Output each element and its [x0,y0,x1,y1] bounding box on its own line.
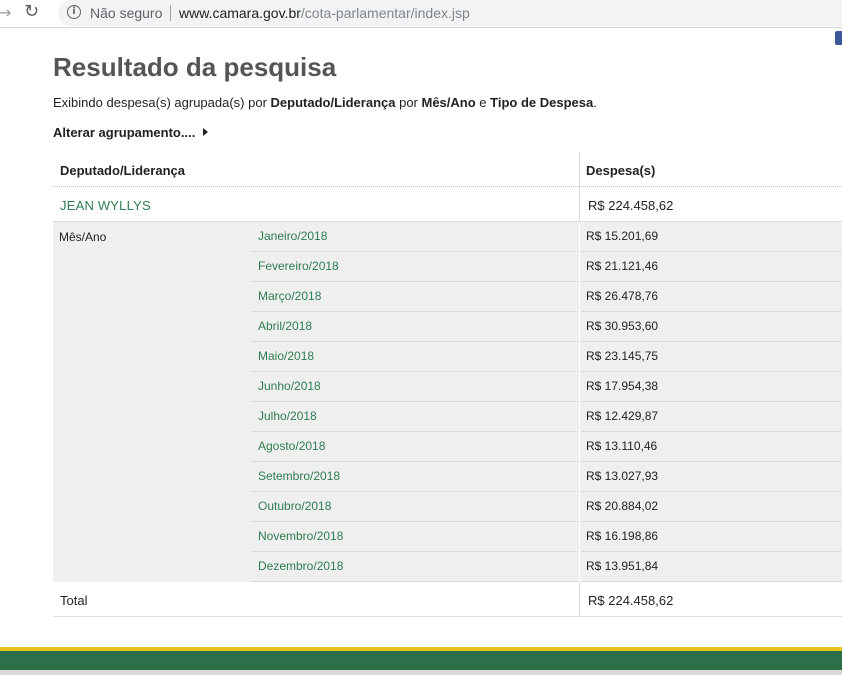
omnibox[interactable]: i Não seguro www.camara.gov.br/cota-parl… [58,0,842,26]
total-row: Total R$ 224.458,62 [53,582,842,617]
omnibox-divider [170,5,171,21]
total-label: Total [60,593,88,608]
column-divider [579,402,580,432]
month-link[interactable]: Setembro/2018 [258,469,340,483]
caret-right-icon [203,128,209,136]
subtitle-group-mesano: Mês/Ano [421,95,476,110]
column-header-despesa: Despesa(s) [586,163,656,178]
table-row: Maio/2018 R$ 23.145,75 [251,342,842,372]
column-divider [579,552,580,582]
deputado-total: R$ 224.458,62 [588,198,674,213]
reload-icon[interactable]: ↻ [24,1,39,22]
column-divider [579,187,580,221]
month-value: R$ 13.951,84 [586,559,659,573]
table-row: Outubro/2018 R$ 20.884,02 [251,492,842,522]
table-row: Fevereiro/2018 R$ 21.121,46 [251,252,842,282]
column-divider [579,372,580,402]
change-grouping-link[interactable]: Alterar agrupamento.... [53,125,209,140]
footer-bottom-bar [0,670,842,675]
table-row: Janeiro/2018 R$ 15.201,69 [251,222,842,252]
browser-address-bar: → ↻ i Não seguro www.camara.gov.br/cota-… [0,0,842,28]
deputado-row: JEAN WYLLYS R$ 224.458,62 [53,187,842,222]
table-row: Julho/2018 R$ 12.429,87 [251,402,842,432]
month-value: R$ 20.884,02 [586,499,659,513]
side-feedback-tab[interactable] [835,31,842,45]
subtitle-mid1: por [395,95,422,110]
column-header-deputado: Deputado/Liderança [60,163,185,178]
month-link[interactable]: Janeiro/2018 [258,229,327,243]
column-divider [579,312,580,342]
subtitle-prefix: Exibindo despesa(s) agrupada(s) por [53,95,271,110]
month-value: R$ 17.954,38 [586,379,659,393]
subtitle-mid2: e [475,95,491,110]
page-title: Resultado da pesquisa [53,52,337,82]
month-value: R$ 16.198,86 [586,529,659,543]
table-row: Março/2018 R$ 26.478,76 [251,282,842,312]
table-row: Agosto/2018 R$ 13.110,46 [251,432,842,462]
month-value: R$ 13.110,46 [586,439,658,453]
subtitle-group-deputado: Deputado/Liderança [270,95,396,110]
column-divider [579,342,580,372]
url-text[interactable]: www.camara.gov.br/cota-parlamentar/index… [179,5,470,21]
change-grouping-label: Alterar agrupamento.... [53,125,196,140]
table-row: Dezembro/2018 R$ 13.951,84 [251,552,842,582]
column-divider [579,222,580,252]
table-header-row: Deputado/Liderança Despesa(s) [53,152,842,187]
info-icon[interactable]: i [67,5,81,19]
month-value: R$ 13.027,93 [586,469,659,483]
forward-arrow-icon[interactable]: → [0,3,11,22]
month-link[interactable]: Julho/2018 [258,409,317,423]
month-value: R$ 23.145,75 [586,349,659,363]
column-divider [579,462,580,492]
security-label[interactable]: Não seguro [90,5,162,21]
month-link[interactable]: Outubro/2018 [258,499,331,513]
month-value: R$ 15.201,69 [586,229,659,243]
footer-green-band [0,651,842,670]
table-row: Abril/2018 R$ 30.953,60 [251,312,842,342]
month-link[interactable]: Fevereiro/2018 [258,259,339,273]
month-value: R$ 21.121,46 [586,259,659,273]
grouping-description: Exibindo despesa(s) agrupada(s) por Depu… [53,95,597,110]
month-link[interactable]: Junho/2018 [258,379,321,393]
month-value: R$ 26.478,76 [586,289,659,303]
month-value: R$ 12.429,87 [586,409,659,423]
url-host: www.camara.gov.br [179,5,301,21]
column-divider [579,152,580,186]
table-row: Novembro/2018 R$ 16.198,86 [251,522,842,552]
month-group-label: Mês/Ano [59,230,107,244]
month-link[interactable]: Maio/2018 [258,349,314,363]
column-divider [579,432,580,462]
total-value: R$ 224.458,62 [588,593,674,608]
month-link[interactable]: Agosto/2018 [258,439,325,453]
subtitle-end: . [593,95,597,110]
column-divider [579,582,580,616]
month-link[interactable]: Março/2018 [258,289,321,303]
column-divider [579,282,580,312]
month-link[interactable]: Dezembro/2018 [258,559,343,573]
column-divider [579,522,580,552]
month-group: Mês/Ano Janeiro/2018 R$ 15.201,69 Fevereir… [53,222,842,582]
subtitle-group-tipo: Tipo de Despesa [490,95,594,110]
month-value: R$ 30.953,60 [586,319,659,333]
deputado-link[interactable]: JEAN WYLLYS [60,198,151,213]
column-divider [579,252,580,282]
table-row: Setembro/2018 R$ 13.027,93 [251,462,842,492]
table-row: Junho/2018 R$ 17.954,38 [251,372,842,402]
month-link[interactable]: Abril/2018 [258,319,312,333]
url-path: /cota-parlamentar/index.jsp [300,5,470,21]
column-divider [579,492,580,522]
month-link[interactable]: Novembro/2018 [258,529,343,543]
